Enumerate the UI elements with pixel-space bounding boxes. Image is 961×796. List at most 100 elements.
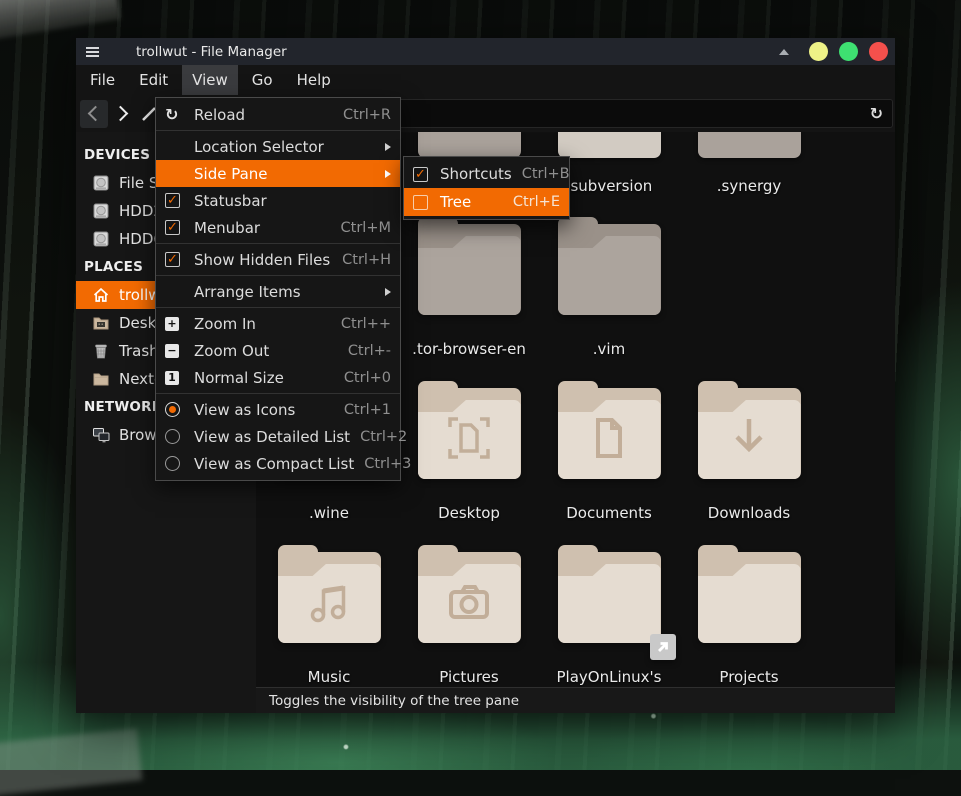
checkbox-checked-icon <box>165 220 180 235</box>
menu-item-reload[interactable]: ↻ Reload Ctrl+R <box>156 101 400 128</box>
menu-item-side-pane[interactable]: Side Pane <box>156 160 400 187</box>
trash-icon <box>92 342 110 360</box>
file-item-desktop[interactable]: Desktop <box>407 381 531 522</box>
titlebar[interactable]: trollwut - File Manager <box>76 38 895 65</box>
menu-item-statusbar[interactable]: Statusbar <box>156 187 400 214</box>
radio-icon <box>165 429 180 444</box>
menu-item-label: Arrange Items <box>191 283 377 301</box>
up-icon[interactable] <box>142 106 156 126</box>
back-button[interactable] <box>80 100 108 128</box>
network-icon <box>92 426 110 444</box>
menu-accel: Ctrl+3 <box>364 456 411 472</box>
file-label: Desktop <box>407 504 531 522</box>
menu-item-label: Statusbar <box>191 192 391 210</box>
folder-icon <box>698 381 801 482</box>
sidebar-item-label: File S <box>119 174 158 192</box>
harddisk-icon <box>92 174 110 192</box>
menu-item-view-as-icons[interactable]: View as Icons Ctrl+1 <box>156 396 400 423</box>
refresh-icon[interactable]: ↻ <box>870 103 883 122</box>
file-item-downloads[interactable]: Downloads <box>687 381 811 522</box>
menu-separator <box>156 393 400 394</box>
menu-separator <box>156 307 400 308</box>
menu-accel: Ctrl+R <box>343 107 391 123</box>
menu-item-label: Side Pane <box>191 165 377 183</box>
maximize-button[interactable] <box>839 42 858 61</box>
menu-item-label: Menubar <box>191 219 331 237</box>
menu-accel: Ctrl++ <box>341 316 391 332</box>
file-label: Music <box>267 668 391 686</box>
view-menu-popup: ↻ Reload Ctrl+R Location Selector Side P… <box>155 97 401 481</box>
menu-item-zoom-out[interactable]: − Zoom Out Ctrl+- <box>156 337 400 364</box>
back-icon <box>88 106 104 122</box>
menu-separator <box>156 130 400 131</box>
file-item-synergy[interactable]: .synergy <box>687 132 811 195</box>
file-item-music[interactable]: Music <box>267 545 391 686</box>
desktop-emblem-icon <box>446 415 492 465</box>
close-button[interactable] <box>869 42 888 61</box>
menu-item-label: Reload <box>191 106 333 124</box>
menu-item-tree[interactable]: Tree Ctrl+E <box>404 188 569 216</box>
menu-item-label: Tree <box>437 193 503 211</box>
menu-item-shortcuts[interactable]: Shortcuts Ctrl+B <box>404 160 569 188</box>
folder-icon <box>558 381 661 482</box>
menu-item-label: Location Selector <box>191 138 377 156</box>
folder-icon <box>558 132 661 158</box>
forward-button[interactable] <box>108 100 136 128</box>
menu-view[interactable]: View <box>182 65 238 95</box>
menu-item-label: Zoom In <box>191 315 331 333</box>
file-label: .tor-browser-en <box>407 340 531 358</box>
music-note-emblem-icon <box>306 579 352 629</box>
file-item-partial[interactable] <box>407 132 531 158</box>
download-arrow-emblem-icon <box>726 415 772 465</box>
window-title: trollwut - File Manager <box>136 44 287 60</box>
zoom-in-icon: + <box>165 317 179 331</box>
forward-icon <box>113 106 129 122</box>
statusbar-text: Toggles the visibility of the tree pane <box>269 693 519 709</box>
menu-item-menubar[interactable]: Menubar Ctrl+M <box>156 214 400 241</box>
checkbox-checked-icon <box>165 193 180 208</box>
menu-accel: Ctrl+E <box>513 194 560 210</box>
folder-icon <box>278 545 381 646</box>
checkbox-unchecked-icon <box>413 195 428 210</box>
file-label: PlayOnLinux's <box>547 668 671 686</box>
minimize-button[interactable] <box>809 42 828 61</box>
menu-item-view-as-detailed-list[interactable]: View as Detailed List Ctrl+2 <box>156 423 400 450</box>
menu-item-label: View as Icons <box>191 401 334 419</box>
side-pane-submenu-popup: Shortcuts Ctrl+B Tree Ctrl+E <box>403 156 570 220</box>
menu-help[interactable]: Help <box>287 65 341 95</box>
menubar: File Edit View Go Help <box>76 65 895 95</box>
menu-edit[interactable]: Edit <box>129 65 178 95</box>
folder-icon <box>698 545 801 646</box>
shade-icon[interactable] <box>779 49 789 55</box>
menu-file[interactable]: File <box>80 65 125 95</box>
menu-item-view-as-compact-list[interactable]: View as Compact List Ctrl+3 <box>156 450 400 477</box>
menu-item-label: View as Detailed List <box>191 428 350 446</box>
menu-item-zoom-in[interactable]: + Zoom In Ctrl++ <box>156 310 400 337</box>
home-icon <box>92 286 110 304</box>
menu-item-label: View as Compact List <box>191 455 354 473</box>
file-item-documents[interactable]: Documents <box>547 381 671 522</box>
submenu-arrow-icon <box>385 170 391 178</box>
file-item-projects[interactable]: Projects <box>687 545 811 686</box>
menu-item-location-selector[interactable]: Location Selector <box>156 133 400 160</box>
menu-item-normal-size[interactable]: 1 Normal Size Ctrl+0 <box>156 364 400 391</box>
file-item-playonlinux[interactable]: PlayOnLinux's <box>547 545 671 686</box>
folder-icon <box>558 217 661 318</box>
radio-icon <box>165 456 180 471</box>
menu-item-label: Shortcuts <box>437 165 512 183</box>
menu-item-show-hidden-files[interactable]: Show Hidden Files Ctrl+H <box>156 246 400 273</box>
window-menu-icon[interactable] <box>86 51 99 53</box>
file-item-vim[interactable]: .vim <box>547 217 671 358</box>
checkbox-checked-icon <box>413 167 428 182</box>
menu-go[interactable]: Go <box>242 65 283 95</box>
file-label: Pictures <box>407 668 531 686</box>
harddisk-icon <box>92 202 110 220</box>
file-label: Documents <box>547 504 671 522</box>
menu-accel: Ctrl+- <box>348 343 391 359</box>
menu-accel: Ctrl+0 <box>344 370 391 386</box>
folder-icon <box>418 132 521 158</box>
menu-accel: Ctrl+M <box>341 220 391 236</box>
file-item-tor-browser[interactable]: .tor-browser-en <box>407 217 531 358</box>
menu-item-arrange-items[interactable]: Arrange Items <box>156 278 400 305</box>
file-item-pictures[interactable]: Pictures <box>407 545 531 686</box>
